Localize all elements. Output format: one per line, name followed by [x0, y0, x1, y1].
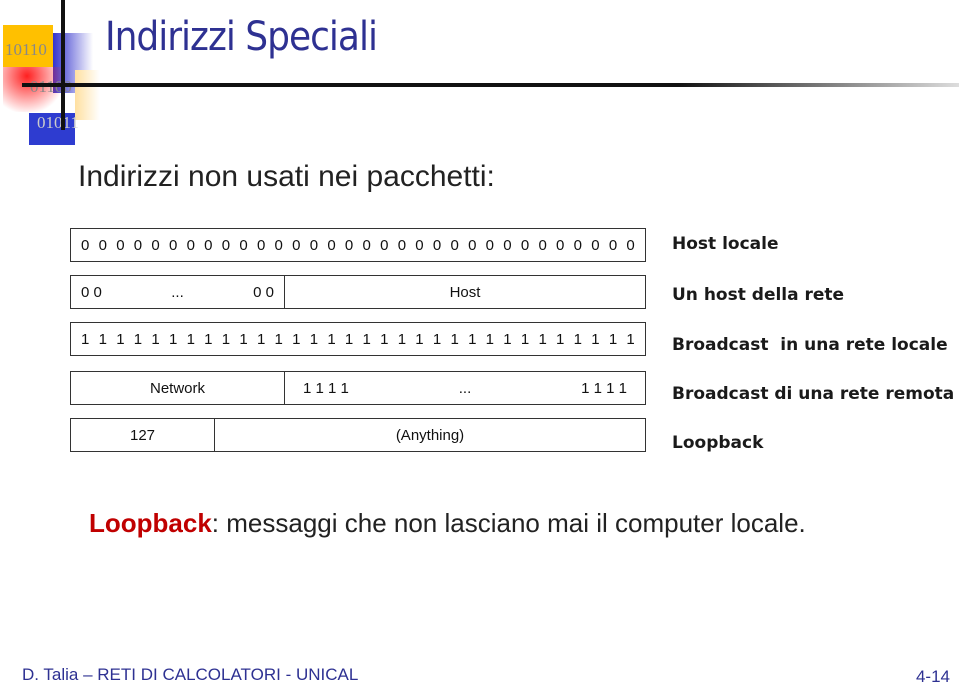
bit: 1: [432, 330, 442, 348]
bit: 1: [98, 330, 107, 348]
bits-end: 1 1 1 1: [581, 379, 627, 397]
bit: 0: [344, 236, 354, 254]
bit: 0: [626, 236, 635, 254]
bit: 0: [591, 236, 600, 254]
bit: 1: [327, 330, 336, 348]
bit: 1: [591, 330, 600, 348]
bit: 1: [168, 330, 178, 348]
bit: 1: [573, 330, 582, 348]
bit: 1: [380, 330, 389, 348]
bit: 1: [309, 330, 319, 348]
bit: 0: [221, 236, 231, 254]
footer-text: D. Talia – RETI DI CALCOLATORI - UNICAL: [22, 665, 359, 684]
page-title: Indirizzi Speciali: [105, 14, 378, 60]
bit: 0: [397, 236, 407, 254]
keyword: Loopback: [89, 508, 212, 538]
bit: 0: [608, 236, 618, 254]
bit: 1: [520, 330, 530, 348]
row-label: Un host della rete: [672, 285, 845, 305]
bit: 0: [292, 236, 301, 254]
subtitle: Indirizzi non usati nei pacchetti:: [78, 160, 495, 193]
bit: 0: [168, 236, 178, 254]
bit: 0: [186, 236, 195, 254]
bit: 0: [415, 236, 424, 254]
bits-start: 1 1 1 1: [303, 379, 349, 397]
bit: 1: [503, 330, 512, 348]
bit: 0: [468, 236, 477, 254]
bit: 0: [151, 236, 160, 254]
divider: [61, 0, 65, 130]
bit: 1: [485, 330, 494, 348]
bit: 0: [98, 236, 107, 254]
page-number: 4-14: [915, 667, 950, 686]
bit: 1: [292, 330, 301, 348]
bit: 1: [608, 330, 618, 348]
bit: 0: [556, 236, 565, 254]
row-label: Broadcast in una rete locale: [672, 335, 948, 355]
address-row-loopback: 127 (Anything): [70, 418, 646, 452]
bit: 1: [151, 330, 160, 348]
bit: 0: [256, 236, 266, 254]
host-field: Host: [449, 283, 481, 301]
bit: 1: [415, 330, 424, 348]
bit: 1: [204, 330, 213, 348]
bit: 1: [450, 330, 459, 348]
row-label: Host locale: [672, 234, 779, 254]
divider: [22, 83, 959, 87]
bit: 1: [274, 330, 283, 348]
ellipsis: ...: [458, 379, 472, 397]
bit: 1: [344, 330, 354, 348]
bit: 1: [256, 330, 266, 348]
loopback-note: Loopback: messaggi che non lasciano mai …: [89, 508, 809, 538]
bit: 0: [538, 236, 547, 254]
bits-end: 0 0: [253, 283, 274, 301]
bit: 0: [81, 236, 90, 254]
row-label: Loopback: [672, 433, 764, 453]
bit: 1: [556, 330, 565, 348]
ellipsis: ...: [171, 283, 184, 301]
bit: 1: [239, 330, 248, 348]
logo-text: 01100: [30, 77, 72, 97]
bit: 1: [81, 330, 90, 348]
address-row-host-rete: 0 0 ... 0 0 Host: [70, 275, 646, 309]
bit: 0: [133, 236, 143, 254]
bits-start: 0 0: [81, 283, 102, 301]
bit: 1: [538, 330, 547, 348]
bit: 1: [186, 330, 195, 348]
bit: 0: [116, 236, 125, 254]
network-field: Network: [71, 372, 285, 404]
logo-text: 10110: [5, 40, 47, 59]
bits: 11111111111111111111111111111111: [71, 323, 645, 355]
bit: 0: [239, 236, 248, 254]
bit: 1: [133, 330, 143, 348]
note-text: : messaggi che non lasciano mai il compu…: [211, 508, 806, 538]
bit: 0: [380, 236, 389, 254]
bit: 1: [468, 330, 477, 348]
bits: 00000000000000000000000000000000: [71, 229, 645, 261]
bit: 1: [116, 330, 125, 348]
logo-text: 01011: [37, 113, 79, 132]
bit: 0: [204, 236, 213, 254]
bit: 1: [397, 330, 407, 348]
bit: 0: [503, 236, 512, 254]
bit: 1: [221, 330, 231, 348]
bit: 0: [485, 236, 494, 254]
bit: 0: [309, 236, 319, 254]
row-label: Broadcast di una rete remota: [672, 384, 955, 404]
bit: 0: [432, 236, 442, 254]
bit: 0: [520, 236, 530, 254]
bit: 0: [573, 236, 582, 254]
address-row-broadcast-locale: 11111111111111111111111111111111: [70, 322, 646, 356]
bit: 0: [362, 236, 371, 254]
address-row-broadcast-remota: Network 1 1 1 1 ... 1 1 1 1: [70, 371, 646, 405]
bit: 1: [362, 330, 371, 348]
address-row-host-locale: 00000000000000000000000000000000: [70, 228, 646, 262]
bit: 0: [450, 236, 459, 254]
bit: 0: [274, 236, 283, 254]
bit: 0: [327, 236, 336, 254]
bit: 1: [626, 330, 635, 348]
anything-field: (Anything): [395, 426, 465, 444]
network-field: 127: [71, 419, 215, 451]
